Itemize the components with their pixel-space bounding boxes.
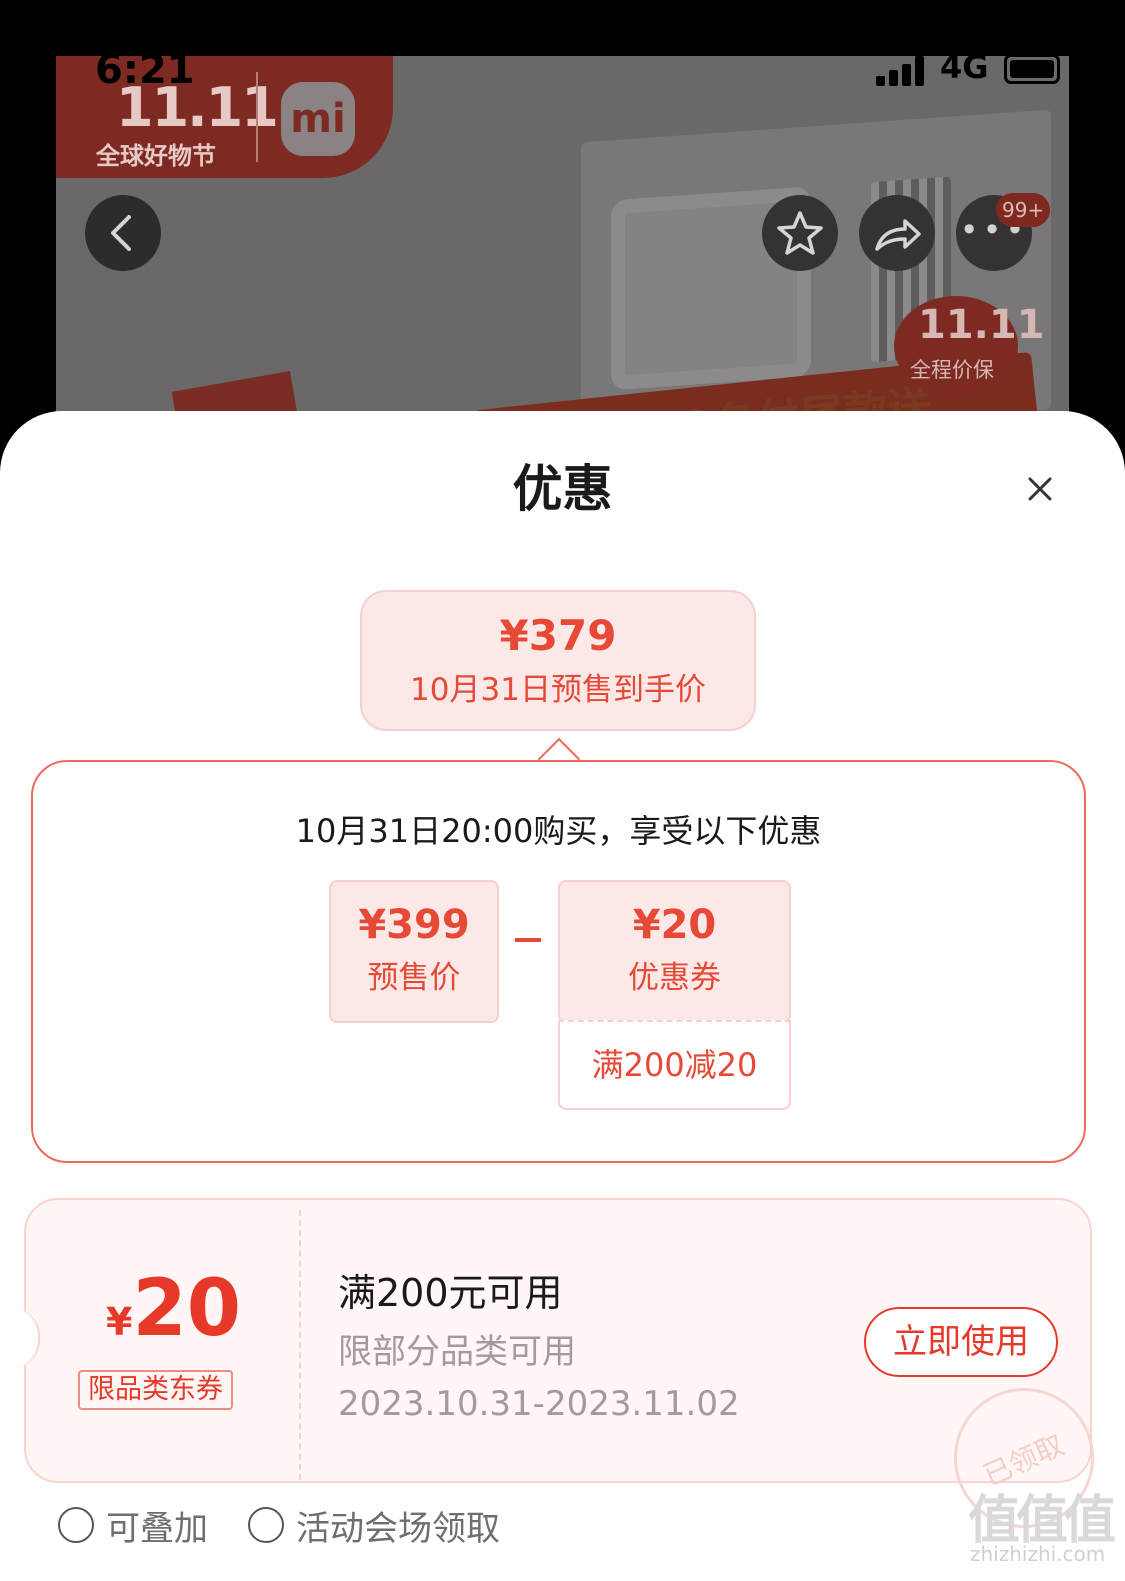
xiaomi-logo: mi bbox=[281, 82, 355, 156]
site-watermark-url: zhizhizhi.com bbox=[970, 1542, 1106, 1566]
breakdown-header: 10月31日20:00购买，享受以下优惠 bbox=[295, 812, 822, 850]
coupon-card: ¥20 限品类东券 满200元可用 限部分品类可用 2023.10.31-202… bbox=[12, 1198, 1094, 1528]
back-chevron-icon bbox=[111, 215, 131, 251]
coupon-currency: ¥ bbox=[106, 1300, 133, 1344]
guarantee-label: 全程价保 bbox=[910, 358, 994, 382]
badge-divider bbox=[256, 72, 258, 162]
minus-operator bbox=[515, 938, 541, 942]
final-price-label: 10月31日预售到手价 bbox=[410, 672, 706, 708]
share-button[interactable] bbox=[859, 195, 935, 271]
discount-sheet: 优惠 ¥379 10月31日预售到手价 10月31日20:00购买，享受以下优惠… bbox=[0, 411, 1125, 1581]
price-breakdown: 10月31日20:00购买，享受以下优惠 ¥399 预售价 ¥20 优惠券 满2… bbox=[31, 760, 1086, 1163]
sheet-title: 优惠 bbox=[512, 460, 613, 518]
coupon-notch bbox=[12, 1308, 40, 1368]
coupon-source-icon bbox=[248, 1507, 284, 1543]
festival-label: 全球好物节 bbox=[96, 142, 216, 170]
presale-price-pill: ¥399 预售价 bbox=[329, 880, 499, 1023]
share-icon bbox=[875, 219, 921, 251]
coupon-pill: ¥20 优惠券 bbox=[558, 880, 791, 1023]
guarantee-eleven-logo: 11.11 bbox=[918, 302, 1045, 348]
status-time: 6:21 bbox=[95, 47, 195, 93]
network-type: 4G bbox=[940, 48, 989, 86]
notification-badge: 99+ bbox=[996, 193, 1051, 227]
coupon-type-tag: 限品类东券 bbox=[78, 1370, 233, 1410]
coupon-amount: ¥20 bbox=[632, 902, 717, 948]
back-button[interactable] bbox=[85, 195, 161, 271]
coupon-source-label: 活动会场领取 bbox=[296, 1509, 500, 1549]
coupon-label: 优惠券 bbox=[628, 960, 721, 996]
coupon-title: 满200元可用 bbox=[338, 1271, 563, 1315]
close-icon[interactable] bbox=[1020, 469, 1060, 509]
stackable-icon bbox=[58, 1507, 94, 1543]
favorite-button[interactable] bbox=[762, 195, 838, 271]
price-guarantee-badge: 11.11 全程价保 bbox=[894, 296, 1045, 396]
coupon-scope: 限部分品类可用 bbox=[338, 1332, 576, 1372]
presale-price: ¥399 bbox=[358, 902, 470, 948]
battery-icon bbox=[1004, 54, 1060, 84]
coupon-condition: 满200减20 bbox=[558, 1020, 791, 1110]
presale-label: 预售价 bbox=[367, 960, 461, 996]
coupon-value: ¥20 bbox=[106, 1264, 241, 1354]
use-now-button[interactable]: 立即使用 bbox=[864, 1307, 1058, 1377]
coupon-validity: 2023.10.31-2023.11.02 bbox=[338, 1384, 740, 1424]
final-price: ¥379 bbox=[499, 611, 617, 660]
final-price-bubble: ¥379 10月31日预售到手价 bbox=[360, 590, 756, 731]
signal-icon bbox=[876, 56, 928, 86]
coupon-value-number: 20 bbox=[132, 1264, 241, 1354]
coupon-separator bbox=[299, 1210, 301, 1480]
star-icon bbox=[777, 211, 823, 255]
stackable-label: 可叠加 bbox=[106, 1509, 208, 1549]
